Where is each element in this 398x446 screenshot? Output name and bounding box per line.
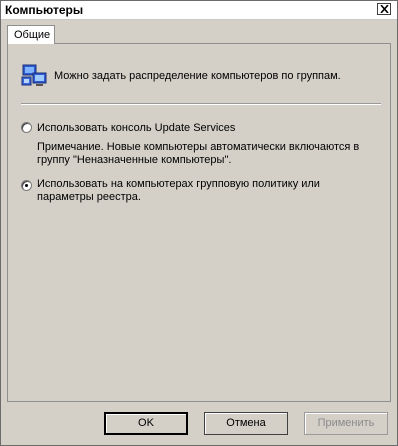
tab-general[interactable]: Общие xyxy=(7,25,55,44)
radio-update-services-console-label[interactable]: Использовать консоль Update Services xyxy=(37,122,235,134)
radio-group-policy-label[interactable]: Использовать на компьютерах групповую по… xyxy=(37,178,367,204)
radio-selected-dot xyxy=(25,184,28,187)
tab-panel: Можно задать распределение компьютеров п… xyxy=(7,43,391,402)
tab-general-label: Общие xyxy=(14,29,51,41)
dialog-window: Компьютеры Общие Можно задать распределе… xyxy=(0,0,398,446)
info-text: Можно задать распределение компьютеров п… xyxy=(54,70,341,82)
title-bar: Компьютеры xyxy=(1,1,397,20)
radio-group-policy[interactable] xyxy=(21,180,32,191)
close-button[interactable] xyxy=(377,3,391,15)
radio-update-services-console[interactable] xyxy=(21,122,32,133)
close-icon xyxy=(380,5,389,13)
computers-group-icon xyxy=(21,64,47,86)
window-title: Компьютеры xyxy=(5,3,84,17)
separator xyxy=(21,103,381,105)
cancel-button[interactable]: Отмена xyxy=(204,412,288,435)
apply-button[interactable]: Применить xyxy=(304,412,388,435)
note-text: Примечание. Новые компьютеры автоматичес… xyxy=(37,141,360,166)
ok-button[interactable]: OK xyxy=(104,412,188,435)
